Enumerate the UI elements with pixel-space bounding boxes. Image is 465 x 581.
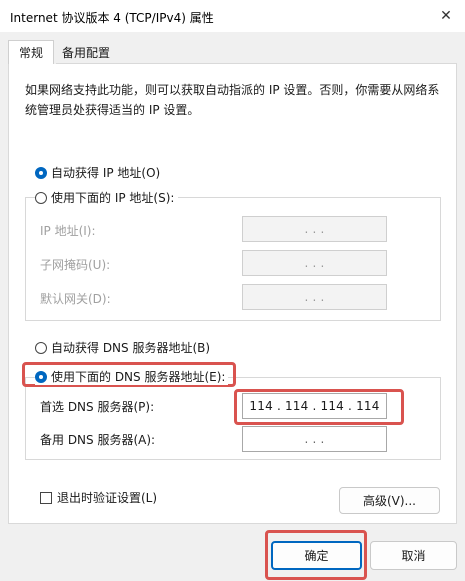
alternate-dns-label: 备用 DNS 服务器(A): <box>40 433 156 447</box>
preferred-dns-value: 114 . 114 . 114 . 114 <box>249 399 380 413</box>
subnet-mask-value: . . . <box>304 256 325 270</box>
tab-general-label: 常规 <box>18 46 43 60</box>
subnet-mask-label: 子网掩码(U): <box>40 258 111 272</box>
description-text: 如果网络支持此功能，则可以获取自动指派的 IP 设置。否则，你需要从网络系统管理… <box>25 83 440 117</box>
radio-unselected-icon <box>35 341 47 354</box>
dns-manual-label: 使用下面的 DNS 服务器地址(E): <box>51 370 226 384</box>
ip-manual-radio[interactable]: 使用下面的 IP 地址(S): <box>35 189 179 206</box>
radio-unselected-icon <box>35 191 47 204</box>
advanced-button[interactable]: 高级(V)... <box>339 487 440 514</box>
checkbox-unchecked-icon <box>40 491 52 504</box>
alternate-dns-input[interactable]: . . . <box>242 426 387 452</box>
dns-auto-label: 自动获得 DNS 服务器地址(B) <box>51 341 211 355</box>
ip-address-input[interactable]: . . . <box>242 216 387 242</box>
cancel-button-label: 取消 <box>401 549 426 563</box>
ip-address-value: . . . <box>304 222 325 236</box>
validate-settings-label: 退出时验证设置(L) <box>57 491 158 505</box>
validate-settings-checkbox[interactable]: 退出时验证设置(L) <box>40 489 157 506</box>
tab-general[interactable]: 常规 <box>8 40 54 64</box>
default-gateway-value: . . . <box>304 290 325 304</box>
close-icon: ✕ <box>440 8 452 24</box>
default-gateway-label: 默认网关(D): <box>40 292 111 306</box>
ip-address-label: IP 地址(I): <box>40 224 96 238</box>
radio-selected-icon <box>35 370 47 383</box>
window-title: Internet 协议版本 4 (TCP/IPv4) 属性 <box>10 11 214 25</box>
ip-manual-label: 使用下面的 IP 地址(S): <box>51 191 175 205</box>
ip-auto-radio[interactable]: 自动获得 IP 地址(O) <box>35 164 160 181</box>
tab-alternate-label: 备用配置 <box>61 46 110 60</box>
ok-button-label: 确定 <box>304 549 329 563</box>
dns-auto-radio[interactable]: 自动获得 DNS 服务器地址(B) <box>35 339 210 356</box>
dns-manual-radio[interactable]: 使用下面的 DNS 服务器地址(E): <box>35 368 229 385</box>
advanced-button-label: 高级(V)... <box>362 494 417 508</box>
alternate-dns-value: . . . <box>304 432 325 446</box>
radio-selected-icon <box>35 166 47 179</box>
preferred-dns-label: 首选 DNS 服务器(P): <box>40 400 155 414</box>
preferred-dns-input[interactable]: 114 . 114 . 114 . 114 <box>242 393 387 419</box>
ip-auto-label: 自动获得 IP 地址(O) <box>51 166 161 180</box>
cancel-button[interactable]: 取消 <box>370 541 457 570</box>
ok-button[interactable]: 确定 <box>271 541 362 570</box>
subnet-mask-input[interactable]: . . . <box>242 250 387 276</box>
default-gateway-input[interactable]: . . . <box>242 284 387 310</box>
tab-alternate-configuration[interactable]: 备用配置 <box>56 42 116 63</box>
close-button[interactable]: ✕ <box>433 4 459 28</box>
